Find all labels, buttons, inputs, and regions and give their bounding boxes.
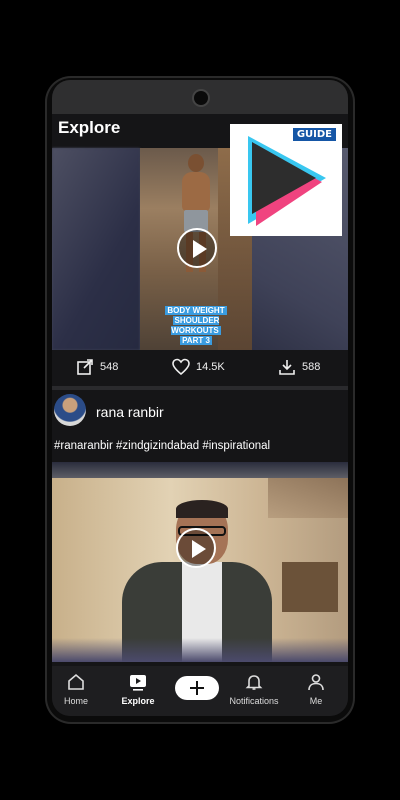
nav-notifications[interactable]: Notifications bbox=[224, 672, 284, 706]
nav-explore-label: Explore bbox=[121, 696, 155, 706]
page-title: Explore bbox=[58, 118, 121, 137]
play-button-1[interactable] bbox=[177, 228, 217, 268]
nav-explore[interactable]: Explore bbox=[108, 672, 168, 706]
caption-line-3: PART 3 bbox=[180, 336, 212, 345]
download-action[interactable]: 588 bbox=[278, 358, 320, 376]
app-screen: Explore BODY WEIGHT SHOULDER WORKOUTS PA… bbox=[52, 80, 348, 716]
create-post-button[interactable] bbox=[175, 676, 219, 700]
status-bar bbox=[52, 80, 348, 114]
front-camera bbox=[194, 91, 208, 105]
share-count: 548 bbox=[100, 361, 119, 373]
room-furniture bbox=[282, 562, 338, 612]
download-icon bbox=[279, 360, 295, 375]
blurred-bottom-strip bbox=[52, 638, 348, 662]
blurred-top-strip bbox=[52, 462, 348, 478]
caption-line-2: SHOULDER WORKOUTS bbox=[171, 316, 221, 335]
share-icon bbox=[77, 359, 93, 375]
caption-line-1: BODY WEIGHT bbox=[165, 306, 227, 315]
nav-home[interactable]: Home bbox=[52, 672, 106, 706]
video-caption: BODY WEIGHT SHOULDER WORKOUTS PART 3 bbox=[148, 306, 244, 346]
download-count: 588 bbox=[302, 361, 321, 373]
share-action[interactable]: 548 bbox=[76, 358, 118, 376]
like-action[interactable]: 14.5K bbox=[172, 358, 225, 376]
app-guide-logo: GUIDE bbox=[230, 124, 342, 236]
play-button-2[interactable] bbox=[176, 528, 216, 568]
explore-video-icon bbox=[130, 675, 146, 691]
room-ceiling bbox=[268, 478, 348, 518]
nav-me-label: Me bbox=[309, 696, 323, 706]
nav-notifications-label: Notifications bbox=[229, 696, 279, 706]
action-row: 548 14.5K 588 bbox=[52, 350, 348, 386]
post-hashtags[interactable]: #ranaranbir #zindgizindabad #inspiration… bbox=[54, 440, 270, 452]
author-name[interactable]: rana ranbir bbox=[96, 404, 164, 420]
heart-icon bbox=[172, 358, 190, 376]
video-thumbnail-2[interactable] bbox=[52, 462, 348, 662]
person-torso bbox=[182, 172, 210, 212]
person-head bbox=[188, 154, 204, 172]
bell-icon bbox=[245, 675, 263, 690]
nav-me[interactable]: Me bbox=[286, 672, 346, 706]
nav-home-label: Home bbox=[63, 696, 88, 706]
bottom-navigation: Home Explore Notifications Me bbox=[52, 666, 348, 716]
user-icon bbox=[308, 674, 324, 691]
post-author-row[interactable]: rana ranbir bbox=[52, 390, 348, 436]
guide-tag: GUIDE bbox=[292, 128, 336, 141]
avatar[interactable] bbox=[54, 394, 86, 426]
like-count: 14.5K bbox=[196, 361, 225, 373]
person-hair bbox=[176, 500, 228, 518]
home-icon bbox=[68, 673, 84, 690]
blurred-background-left bbox=[52, 148, 140, 350]
